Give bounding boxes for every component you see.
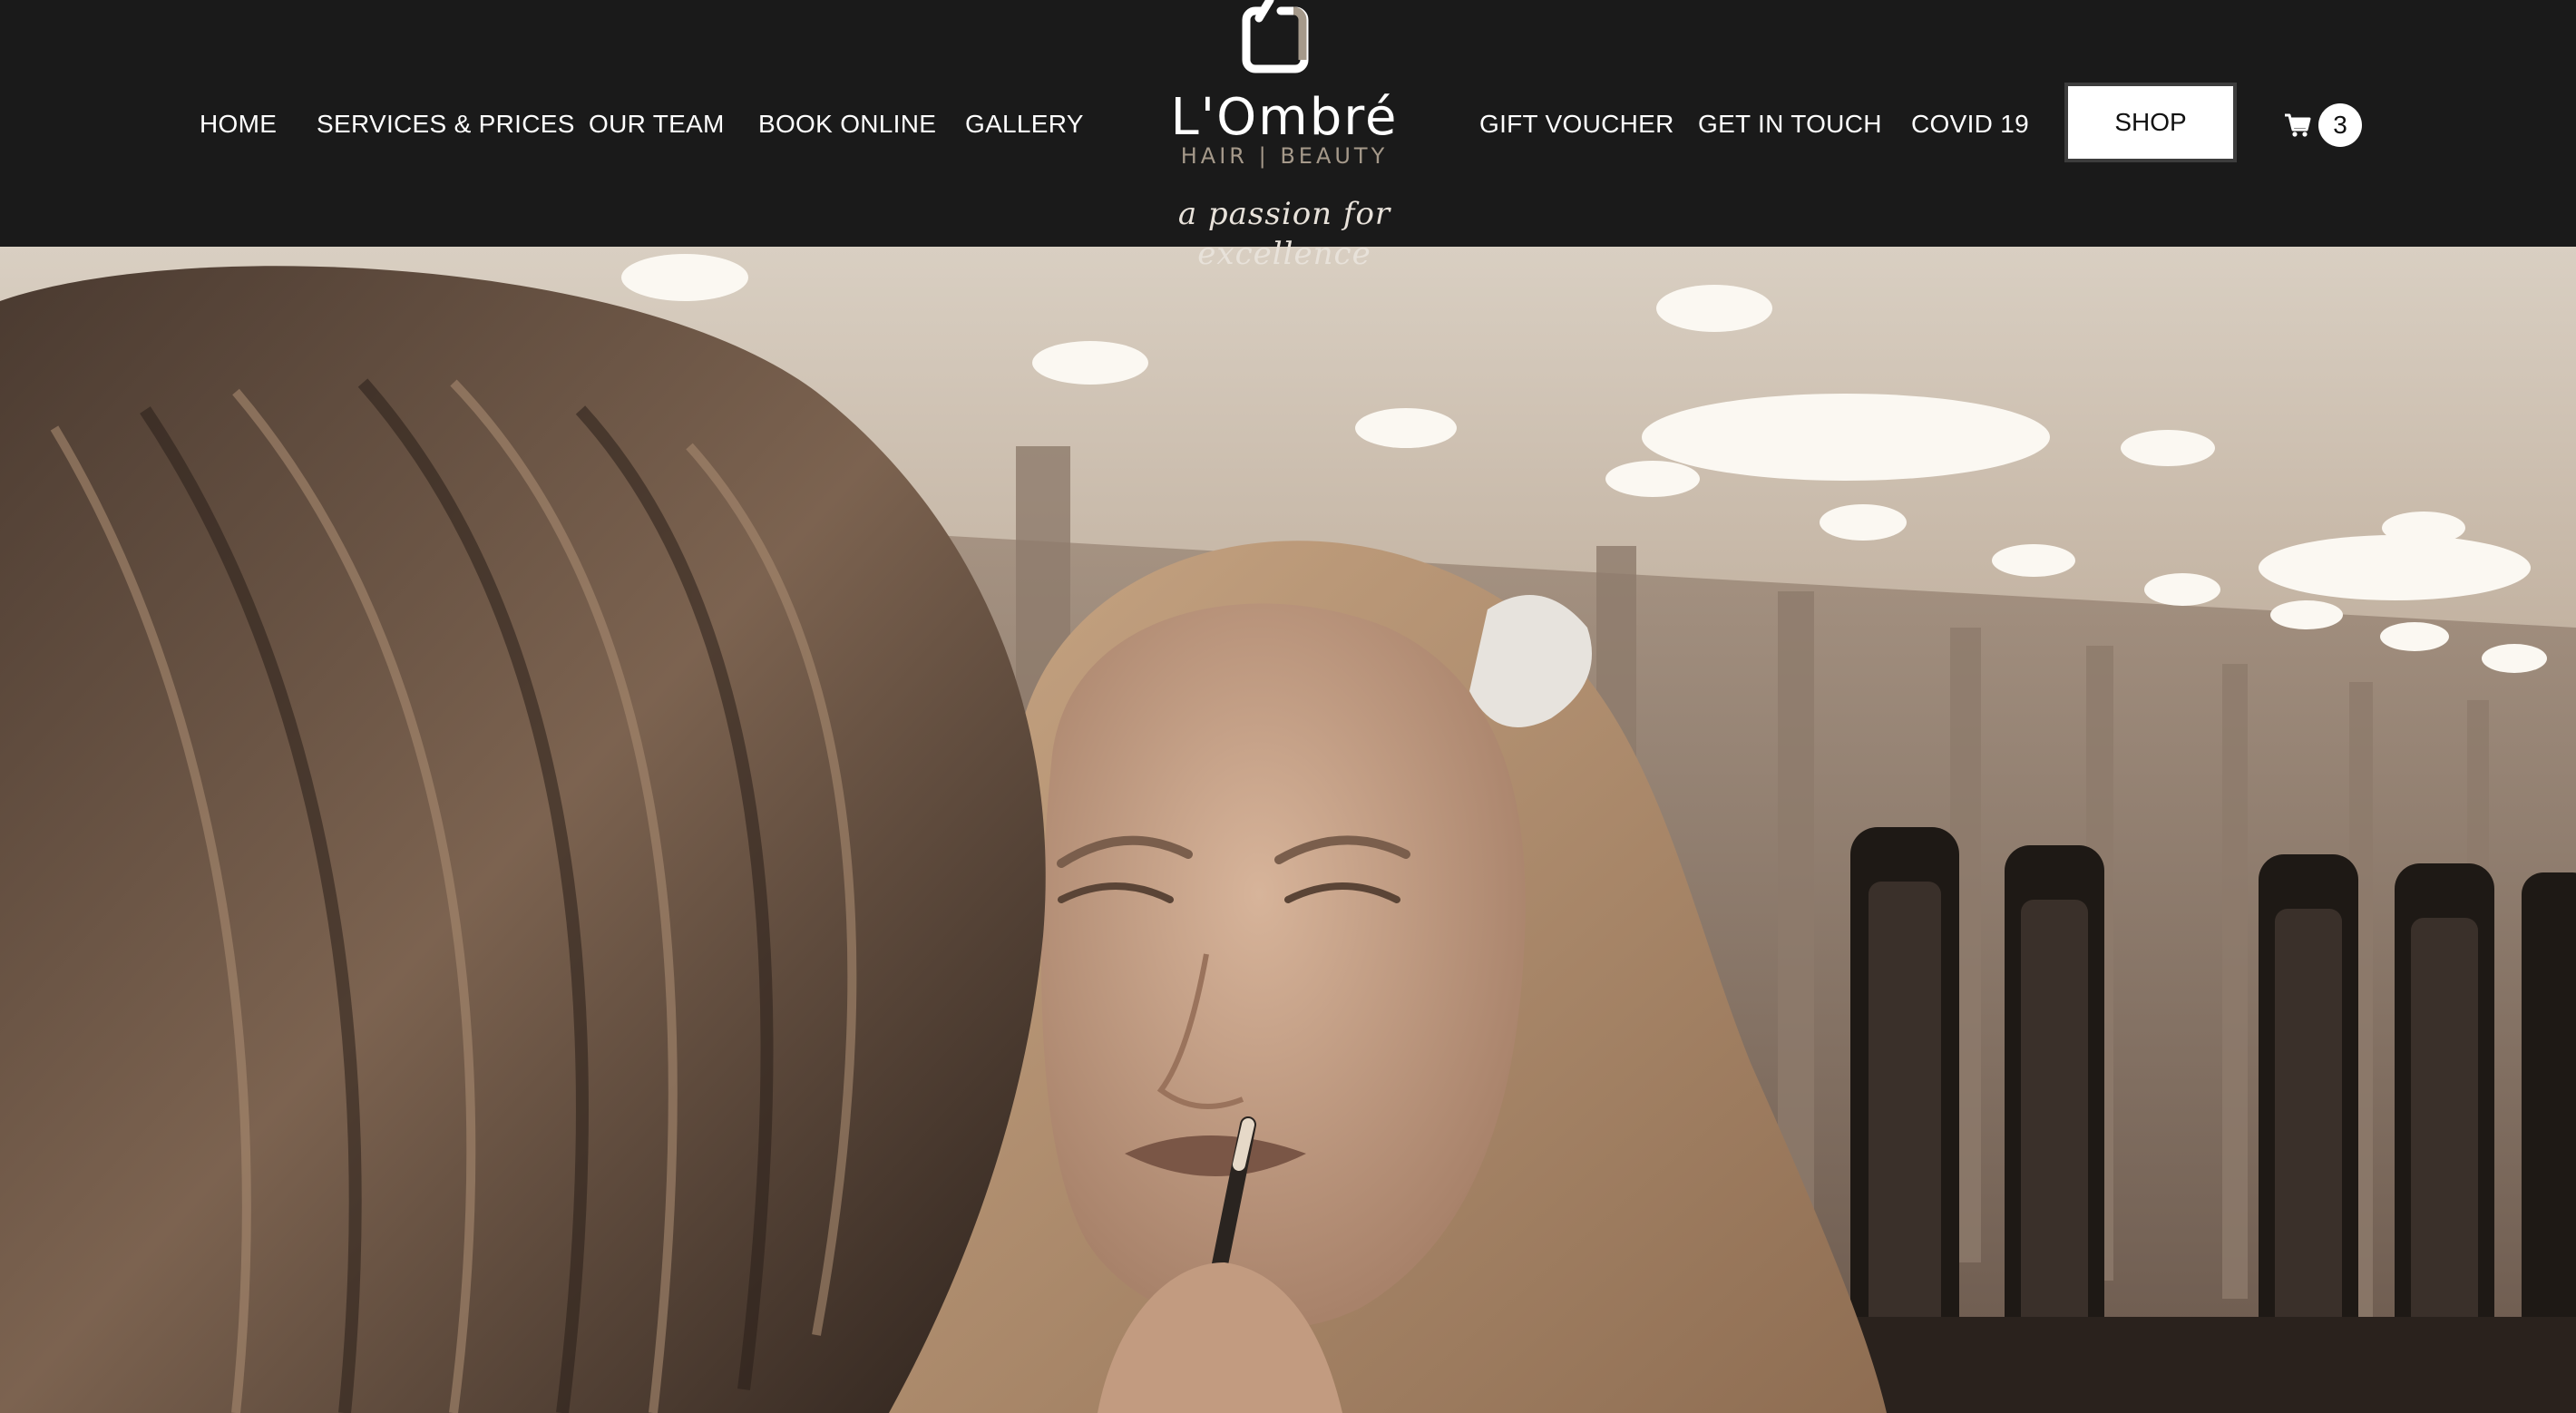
shopping-cart-icon <box>2285 113 2311 137</box>
hero-image <box>0 247 2576 1413</box>
nav-book-online[interactable]: BOOK ONLINE <box>758 106 936 142</box>
nav-services-prices[interactable]: SERVICES & PRICES <box>317 106 575 142</box>
site-logo[interactable]: L'Ombré HAIR | BEAUTY a passion for exce… <box>1121 0 1448 272</box>
logo-subtitle: HAIR | BEAUTY <box>1180 143 1389 169</box>
hero-photo <box>0 247 2576 1413</box>
nav-get-in-touch[interactable]: GET IN TOUCH <box>1698 106 1882 142</box>
logo-tagline: a passion for excellence <box>1177 196 1391 272</box>
logo-wordmark: L'Ombré <box>1170 88 1399 147</box>
nav-gift-voucher[interactable]: GIFT VOUCHER <box>1479 106 1674 142</box>
nav-home[interactable]: HOME <box>200 106 277 142</box>
nav-our-team[interactable]: OUR TEAM <box>589 106 725 142</box>
cart-count-badge: 3 <box>2318 103 2362 147</box>
nav-covid-19[interactable]: COVID 19 <box>1911 106 2029 142</box>
page: HOME SERVICES & PRICES OUR TEAM BOOK ONL… <box>0 0 2576 1413</box>
shop-button[interactable]: SHOP <box>2064 83 2237 162</box>
nav-gallery[interactable]: GALLERY <box>965 106 1084 142</box>
logo-mark-icon <box>1242 0 1309 73</box>
cart-button[interactable]: 3 <box>2284 103 2362 147</box>
site-header: HOME SERVICES & PRICES OUR TEAM BOOK ONL… <box>0 0 2576 272</box>
